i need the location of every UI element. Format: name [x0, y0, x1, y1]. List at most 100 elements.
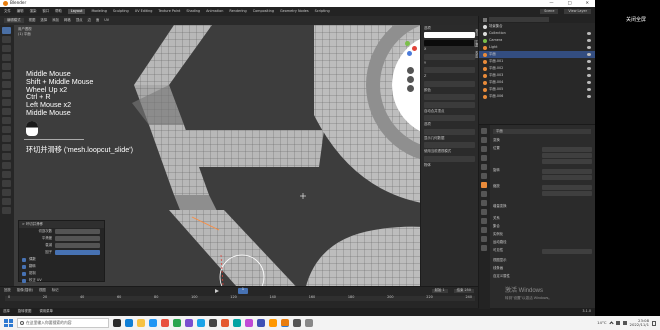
scene-selector[interactable]: Scene [540, 8, 559, 15]
app-icon[interactable] [221, 319, 229, 327]
cuts-field[interactable] [55, 229, 100, 234]
threshold-field[interactable] [424, 115, 475, 122]
app-icon[interactable] [161, 319, 169, 327]
edge-browser-icon[interactable] [125, 319, 133, 327]
task-view-icon[interactable] [113, 319, 121, 327]
prop-section-header[interactable]: 视图显示 [493, 258, 507, 262]
smooth-tool-icon[interactable] [2, 171, 11, 178]
add-cube-tool-icon[interactable] [2, 99, 11, 106]
network-icon[interactable] [615, 321, 620, 325]
app-icon[interactable] [209, 319, 217, 327]
weather-temperature[interactable]: 14°C [597, 321, 606, 325]
prop-section-header[interactable]: 线条画 [493, 266, 503, 270]
eye-icon[interactable] [587, 60, 591, 63]
menu-help[interactable]: 帮助 [55, 9, 62, 13]
eye-icon[interactable] [587, 46, 591, 49]
outliner-item-label[interactable]: Camera [489, 38, 502, 42]
move-tool-icon[interactable] [2, 45, 11, 52]
play-button-icon[interactable] [214, 289, 219, 293]
mode-selector[interactable]: 编辑模式 [4, 17, 24, 24]
location-field[interactable] [542, 153, 592, 158]
header-menu-add[interactable]: 添加 [52, 18, 59, 22]
playhead-frame[interactable]: 1 [238, 287, 248, 294]
outliner-item-label[interactable]: Light [489, 45, 497, 49]
annotate-tool-icon[interactable] [2, 81, 11, 88]
spin-tool-icon[interactable] [2, 162, 11, 169]
prop-section-header[interactable]: 变换 [493, 138, 500, 142]
prop-section-header[interactable]: 增量变换 [493, 204, 507, 208]
tab-modeling[interactable]: Modeling [91, 9, 106, 13]
header-menu-uv[interactable]: UV [104, 18, 109, 22]
npanel-tab-tool[interactable]: 工具 [474, 39, 478, 47]
outliner-item-label[interactable]: 平面.004 [489, 80, 503, 84]
x-field[interactable] [424, 53, 475, 60]
outliner-item-label[interactable]: 平面.002 [489, 66, 503, 70]
tab-geometry-nodes[interactable]: Geometry Nodes [280, 9, 309, 13]
timeline-menu-marker[interactable]: 标记 [52, 288, 59, 293]
rip-tool-icon[interactable] [2, 207, 11, 214]
eye-icon[interactable] [587, 39, 591, 42]
shear-tool-icon[interactable] [2, 198, 11, 205]
properties-editor[interactable]: 平面 变换 位置 旋转 缩放 增量变换 关系 集合 实例化 运动路径 可见性 视… [478, 124, 595, 309]
material-tab-icon[interactable] [481, 236, 487, 242]
npanel-tab-view[interactable]: 视图 [474, 51, 478, 58]
prop-section-header[interactable]: 实例化 [493, 232, 503, 236]
menu-edit[interactable]: 编辑 [17, 9, 24, 13]
timeline-menu-keying[interactable]: 抠像(插帧) [17, 288, 33, 293]
color-swatch-white[interactable] [424, 32, 475, 39]
smoothness-field[interactable] [55, 236, 100, 241]
visibility-field[interactable] [542, 249, 592, 254]
outliner-item-label[interactable]: 平面.001 [489, 59, 503, 63]
tab-sculpting[interactable]: Sculpting [113, 9, 129, 13]
app-icon[interactable] [185, 319, 193, 327]
outliner-item-label[interactable]: 场景集合 [489, 24, 503, 28]
header-menu-face[interactable]: 面 [96, 18, 99, 22]
header-menu-vertex[interactable]: 顶点 [76, 18, 83, 22]
use-perspective-checkbox[interactable]: 使用当前透视模式 [424, 149, 475, 153]
outliner-search[interactable] [489, 17, 549, 22]
timeline-menu-view[interactable]: 视图 [39, 288, 46, 293]
tool-tab-icon[interactable] [481, 128, 487, 134]
app-icon[interactable] [197, 319, 205, 327]
cursor-tool-icon[interactable] [2, 36, 11, 43]
render-tab-icon[interactable] [481, 137, 487, 143]
outliner-item-label[interactable]: 平面.003 [489, 73, 503, 77]
poly-build-tool-icon[interactable] [2, 153, 11, 160]
axis-x-icon[interactable] [412, 46, 417, 51]
option-field[interactable] [424, 128, 475, 135]
object-name-field[interactable]: 平面 [493, 129, 591, 135]
correct-uv-checkbox[interactable] [22, 278, 26, 283]
minimize-button[interactable]: — [549, 1, 553, 5]
auto-merge-checkbox[interactable]: 自动合并顶点 [424, 109, 475, 113]
knife-tool-icon[interactable] [2, 144, 11, 151]
z-field[interactable] [424, 80, 475, 87]
bevel-tool-icon[interactable] [2, 126, 11, 133]
perspective-field[interactable] [424, 155, 475, 162]
end-frame-field[interactable]: 结束 250 [453, 288, 474, 293]
eye-icon[interactable] [587, 53, 591, 56]
eye-icon[interactable] [587, 95, 591, 98]
texture-tab-icon[interactable] [481, 245, 487, 251]
eye-icon[interactable] [587, 32, 591, 35]
eye-icon[interactable] [587, 74, 591, 77]
flip-checkbox[interactable] [22, 264, 26, 269]
shrink-tool-icon[interactable] [2, 189, 11, 196]
rotate-tool-icon[interactable] [2, 54, 11, 61]
outliner[interactable]: 场景集合 Collection Camera Light 平面 平面.001 平… [478, 16, 595, 124]
header-menu-select[interactable]: 选择 [40, 18, 47, 22]
axis-y-icon[interactable] [405, 41, 410, 46]
extrude-tool-icon[interactable] [2, 108, 11, 115]
data-tab-icon[interactable] [481, 227, 487, 233]
tab-rendering[interactable]: Rendering [229, 9, 246, 13]
physics-tab-icon[interactable] [481, 209, 487, 215]
windows-start-icon[interactable] [3, 318, 13, 328]
scale-field[interactable] [542, 185, 592, 190]
pan-hand-icon[interactable] [407, 76, 414, 83]
select-box-tool-icon[interactable] [2, 27, 11, 34]
last-operator-title[interactable]: > 环切并滑移 [22, 222, 43, 226]
eye-icon[interactable] [587, 88, 591, 91]
tab-shading[interactable]: Shading [186, 9, 200, 13]
eye-icon[interactable] [587, 81, 591, 84]
timeline-ruler[interactable]: 0 20 40 60 80 100 120 140 160 180 200 22… [5, 295, 475, 301]
loop-cut-tool-icon[interactable] [2, 135, 11, 142]
